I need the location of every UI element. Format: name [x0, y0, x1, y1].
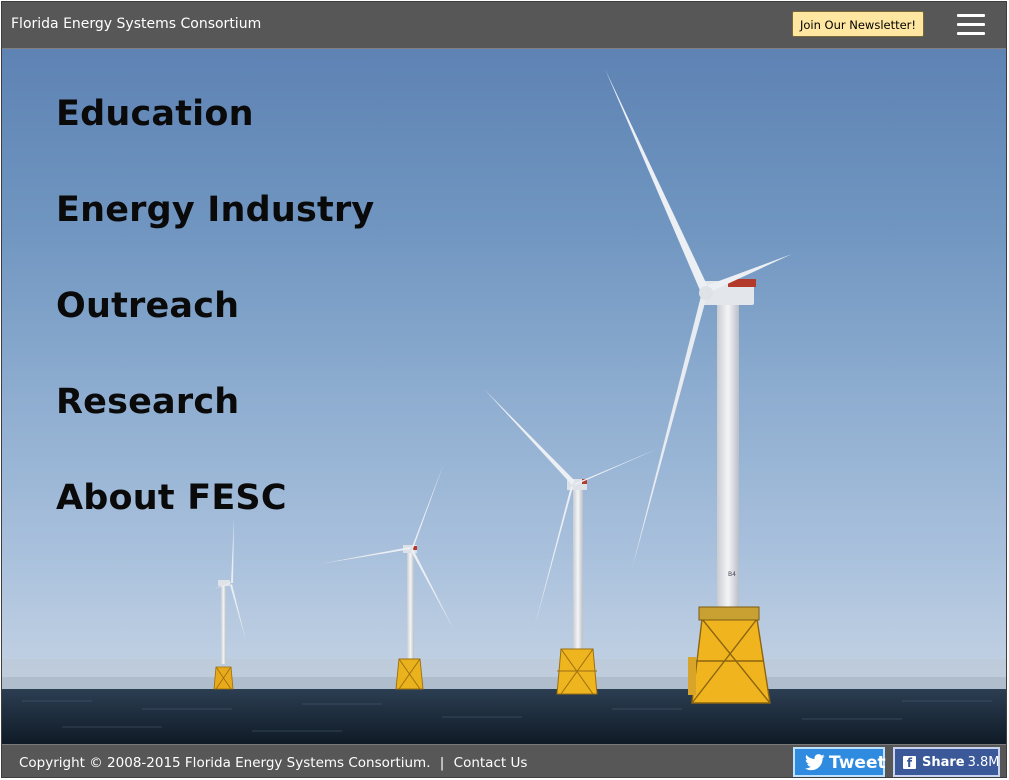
nav-link-outreach[interactable]: Outreach: [56, 286, 239, 326]
facebook-share-button[interactable]: f Share 3.8M: [893, 747, 1000, 777]
wind-turbine-3: [484, 389, 657, 695]
tweet-label: Tweet: [829, 753, 886, 773]
wind-turbine-4: [605, 69, 792, 704]
copyright-text: Copyright © 2008-2015 Florida Energy Sys…: [19, 755, 431, 771]
newsletter-button[interactable]: Join Our Newsletter!: [792, 11, 924, 37]
top-bar: Florida Energy Systems Consortium Join O…: [2, 2, 1006, 49]
share-label: Share: [922, 755, 965, 770]
footer-separator: |: [439, 755, 445, 771]
footer-text: Copyright © 2008-2015 Florida Energy Sys…: [19, 755, 527, 771]
share-count: 3.8M: [967, 755, 1000, 770]
twitter-bird-icon: [805, 754, 825, 771]
page-frame: Florida Energy Systems Consortium Join O…: [1, 1, 1007, 778]
nav-link-education[interactable]: Education: [56, 94, 254, 134]
footer-bar: Copyright © 2008-2015 Florida Energy Sys…: [2, 744, 1006, 777]
nav-link-energy-industry[interactable]: Energy Industry: [56, 190, 374, 230]
turbine-tower-label: B4: [728, 571, 736, 578]
nav-link-research[interactable]: Research: [56, 382, 239, 422]
hamburger-menu-icon[interactable]: [957, 13, 987, 37]
hero-banner: B4 Education Energy Industry Outreach Re…: [2, 49, 1006, 744]
nav-link-about-fesc[interactable]: About FESC: [56, 478, 287, 518]
wind-turbine-2: [320, 463, 454, 690]
site-title[interactable]: Florida Energy Systems Consortium: [11, 16, 261, 32]
contact-us-link[interactable]: Contact Us: [454, 755, 528, 771]
tweet-button[interactable]: Tweet: [793, 747, 886, 777]
facebook-icon: f: [903, 756, 916, 770]
